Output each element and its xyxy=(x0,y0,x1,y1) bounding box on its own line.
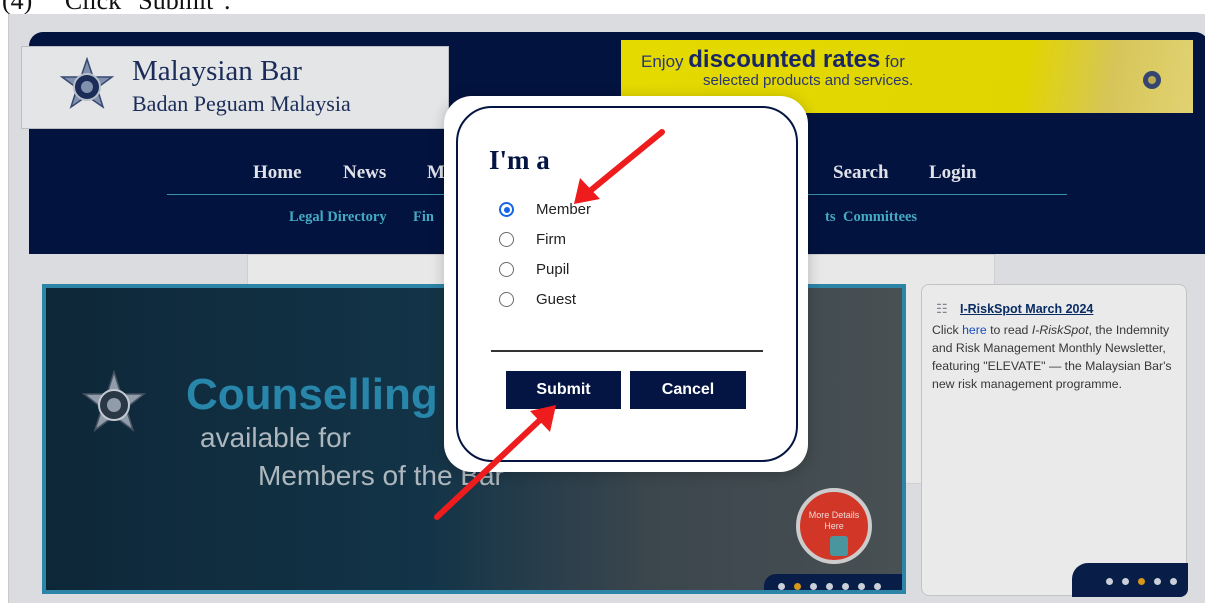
submit-button[interactable]: Submit xyxy=(506,371,621,409)
radio-option-member[interactable]: Member xyxy=(499,201,591,218)
radio-button[interactable] xyxy=(499,202,514,217)
dialog-divider xyxy=(491,350,763,352)
radio-option-firm[interactable]: Firm xyxy=(499,231,566,248)
radio-button[interactable] xyxy=(499,292,514,307)
role-select-dialog: I'm a Member Firm Pupil Guest Submit Can… xyxy=(444,96,808,472)
radio-option-pupil[interactable]: Pupil xyxy=(499,261,569,278)
radio-label: Pupil xyxy=(536,261,570,278)
radio-button[interactable] xyxy=(499,232,514,247)
radio-label: Firm xyxy=(536,231,566,248)
radio-button[interactable] xyxy=(499,262,514,277)
radio-option-guest[interactable]: Guest xyxy=(499,291,576,308)
radio-label: Member xyxy=(536,201,592,218)
cancel-button[interactable]: Cancel xyxy=(630,371,746,409)
radio-label: Guest xyxy=(536,291,577,308)
dialog-title: I'm a xyxy=(489,145,550,175)
